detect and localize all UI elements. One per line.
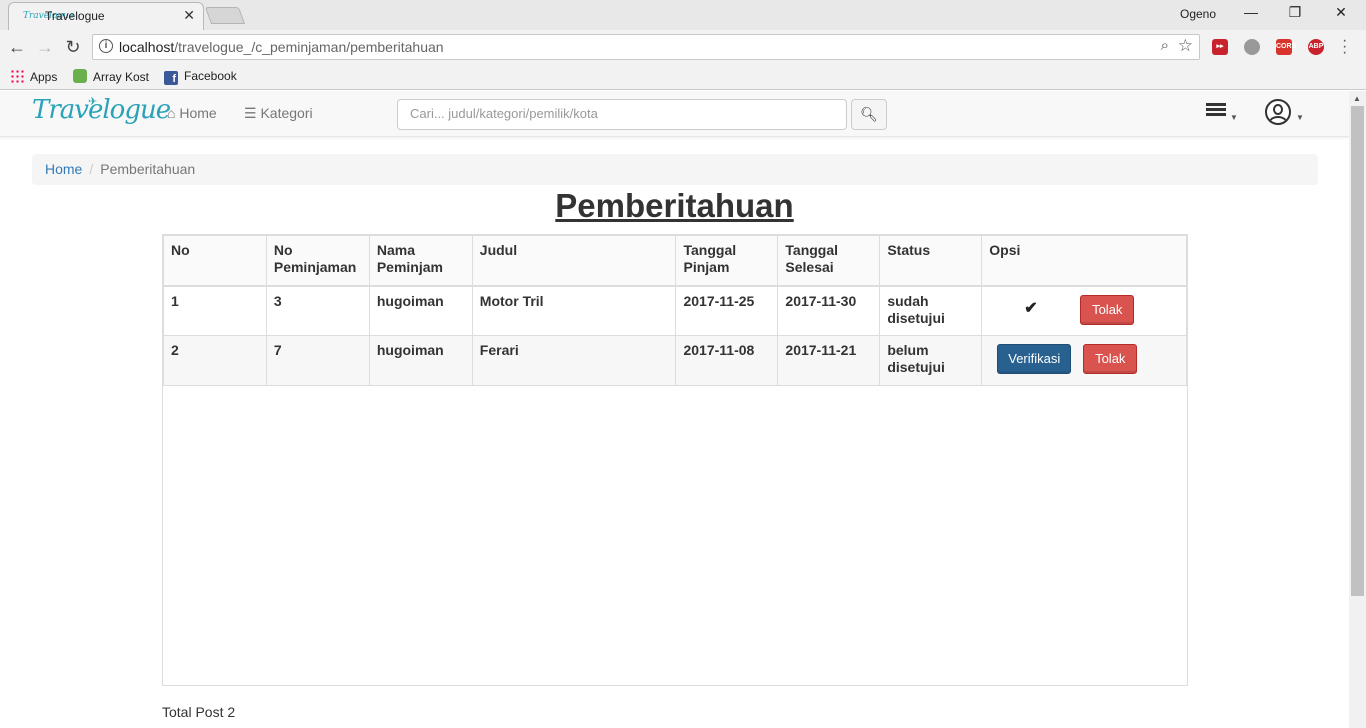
cell-nama: hugoiman	[368, 335, 473, 386]
cell-status: belum disetujui	[879, 335, 983, 386]
cell-tanggal-pinjam: 2017-11-08	[675, 335, 779, 386]
search-button[interactable]: 🔍︎	[851, 99, 887, 130]
browser-toolbar: ← → ↻ i localhost/travelogue_/c_peminjam…	[0, 30, 1366, 64]
forward-icon[interactable]: →	[34, 36, 56, 58]
close-window-icon[interactable]: ✕	[1326, 4, 1356, 24]
info-icon[interactable]: i	[99, 39, 113, 53]
tab-title: Travelogue	[45, 9, 105, 23]
chrome-menu-icon[interactable]: · · ·	[1342, 33, 1347, 61]
approved-check-icon: ✔	[1024, 299, 1038, 317]
header-opsi: Opsi	[981, 235, 1187, 287]
cell-no-peminjaman: 7	[265, 335, 370, 386]
travelogue-logo[interactable]: Travelogue	[32, 95, 171, 125]
nav-home[interactable]: ⌂ Home	[167, 105, 217, 121]
cell-no: 1	[163, 285, 267, 336]
search-icon: 🔍︎	[860, 106, 878, 122]
scroll-up-icon[interactable]: ▲	[1353, 94, 1361, 103]
zoom-icon[interactable]: ⌕	[1161, 37, 1169, 54]
cell-judul: Ferari	[471, 335, 677, 386]
page-title: Pemberitahuan	[555, 187, 794, 224]
back-icon[interactable]: ←	[6, 36, 28, 58]
tolak-button[interactable]: Tolak	[1080, 294, 1135, 325]
page-viewport: Travelogue ✈ ⌂ Home ☰ Kategori Cari... j…	[0, 91, 1349, 728]
close-tab-icon[interactable]: ✕	[183, 7, 195, 24]
bookmarks-bar: Apps Array Kost f Facebook	[0, 64, 1366, 90]
cell-opsi: ✔ Tolak	[981, 285, 1187, 336]
search-input[interactable]: Cari... judul/kategori/pemilik/kota	[397, 99, 847, 130]
cell-no: 2	[163, 335, 267, 386]
site-navbar: Travelogue ✈ ⌂ Home ☰ Kategori Cari... j…	[0, 91, 1349, 137]
caret-down-icon: ▼	[1296, 113, 1304, 122]
cell-tanggal-pinjam: 2017-11-25	[675, 285, 779, 336]
caret-down-icon: ▼	[1230, 113, 1238, 122]
menu-dropdown-icon[interactable]	[1206, 103, 1226, 119]
extension-gray-icon[interactable]	[1244, 39, 1260, 55]
cell-tanggal-selesai: 2017-11-21	[777, 335, 881, 386]
nav-kategori[interactable]: ☰ Kategori	[244, 105, 313, 122]
extension-red-icon[interactable]: ▸▸	[1212, 39, 1228, 55]
header-tanggal-selesai: Tanggal Selesai	[777, 235, 881, 287]
page-scrollbar[interactable]: ▲	[1349, 91, 1366, 728]
facebook-icon: f	[164, 71, 178, 85]
scrollbar-thumb[interactable]	[1351, 106, 1364, 596]
breadcrumb: Home / Pemberitahuan	[32, 154, 1318, 185]
table-header-row: No No Peminjaman Nama Peminjam Judul Tangg…	[163, 235, 1187, 287]
bookmark-facebook[interactable]: f Facebook	[164, 69, 237, 85]
header-judul: Judul	[471, 235, 677, 287]
total-post-text: Total Post 2	[162, 704, 236, 720]
tolak-button[interactable]: Tolak	[1083, 344, 1138, 374]
breadcrumb-home[interactable]: Home	[45, 161, 82, 177]
array-kost-icon	[73, 69, 87, 83]
bookmark-apps[interactable]: Apps	[10, 69, 57, 84]
cell-status: sudah disetujui	[879, 285, 983, 336]
reload-icon[interactable]: ↻	[62, 36, 84, 58]
apps-grid-icon	[10, 69, 24, 83]
notification-table: No No Peminjaman Nama Peminjam Judul Tangg…	[162, 234, 1188, 686]
new-tab-button[interactable]	[204, 7, 246, 24]
travelogue-favicon-icon: Travelogue	[23, 11, 75, 21]
table-row: 2 7 hugoiman Ferari 2017-11-08 2017-11-2…	[163, 335, 1187, 386]
bookmark-star-icon[interactable]: ☆	[1178, 36, 1193, 56]
cell-opsi: Verifikasi Tolak	[981, 335, 1187, 386]
header-no: No	[163, 235, 267, 287]
verifikasi-button[interactable]: Verifikasi	[997, 344, 1072, 374]
cell-judul: Motor Tril	[471, 285, 677, 336]
cell-tanggal-selesai: 2017-11-30	[777, 285, 881, 336]
bookmark-facebook-label: Facebook	[184, 69, 237, 83]
profile-name[interactable]: Ogeno	[1180, 7, 1216, 21]
url-text[interactable]: localhost/travelogue_/c_peminjaman/pembe…	[119, 39, 444, 55]
browser-titlebar: Travelogue Travelogue ✕ Ogeno — ❐ ✕	[0, 0, 1366, 30]
adblock-extension-icon[interactable]: ABP	[1308, 39, 1324, 55]
cors-extension-icon[interactable]: CORS	[1276, 39, 1296, 55]
bookmark-apps-label: Apps	[30, 70, 58, 84]
browser-tab[interactable]: Travelogue Travelogue ✕	[8, 2, 204, 30]
restore-icon[interactable]: ❐	[1280, 4, 1310, 24]
cell-nama: hugoiman	[368, 285, 473, 336]
cell-no-peminjaman: 3	[265, 285, 370, 336]
breadcrumb-current: Pemberitahuan	[100, 161, 196, 177]
nav-kategori-label: Kategori	[260, 105, 313, 121]
bookmark-array-kost-label: Array Kost	[93, 70, 150, 84]
list-icon: ☰	[244, 105, 257, 121]
home-icon: ⌂	[167, 105, 176, 121]
bookmark-array-kost[interactable]: Array Kost	[73, 69, 149, 84]
table-row: 1 3 hugoiman Motor Tril 2017-11-25 2017-…	[163, 285, 1187, 336]
header-no-peminjaman: No Peminjaman	[265, 235, 370, 287]
user-avatar-icon[interactable]	[1265, 99, 1291, 125]
url-host: localhost	[119, 39, 175, 55]
header-nama-peminjam: Nama Peminjam	[368, 235, 473, 287]
address-bar[interactable]: i localhost/travelogue_/c_peminjaman/pem…	[92, 34, 1200, 60]
plane-icon: ✈	[88, 96, 98, 108]
breadcrumb-separator: /	[89, 161, 94, 177]
minimize-icon[interactable]: —	[1236, 4, 1266, 24]
header-tanggal-pinjam: Tanggal Pinjam	[675, 235, 779, 287]
url-path: /travelogue_/c_peminjaman/pemberitahuan	[174, 39, 444, 55]
nav-home-label: Home	[179, 105, 217, 121]
header-status: Status	[879, 235, 983, 287]
